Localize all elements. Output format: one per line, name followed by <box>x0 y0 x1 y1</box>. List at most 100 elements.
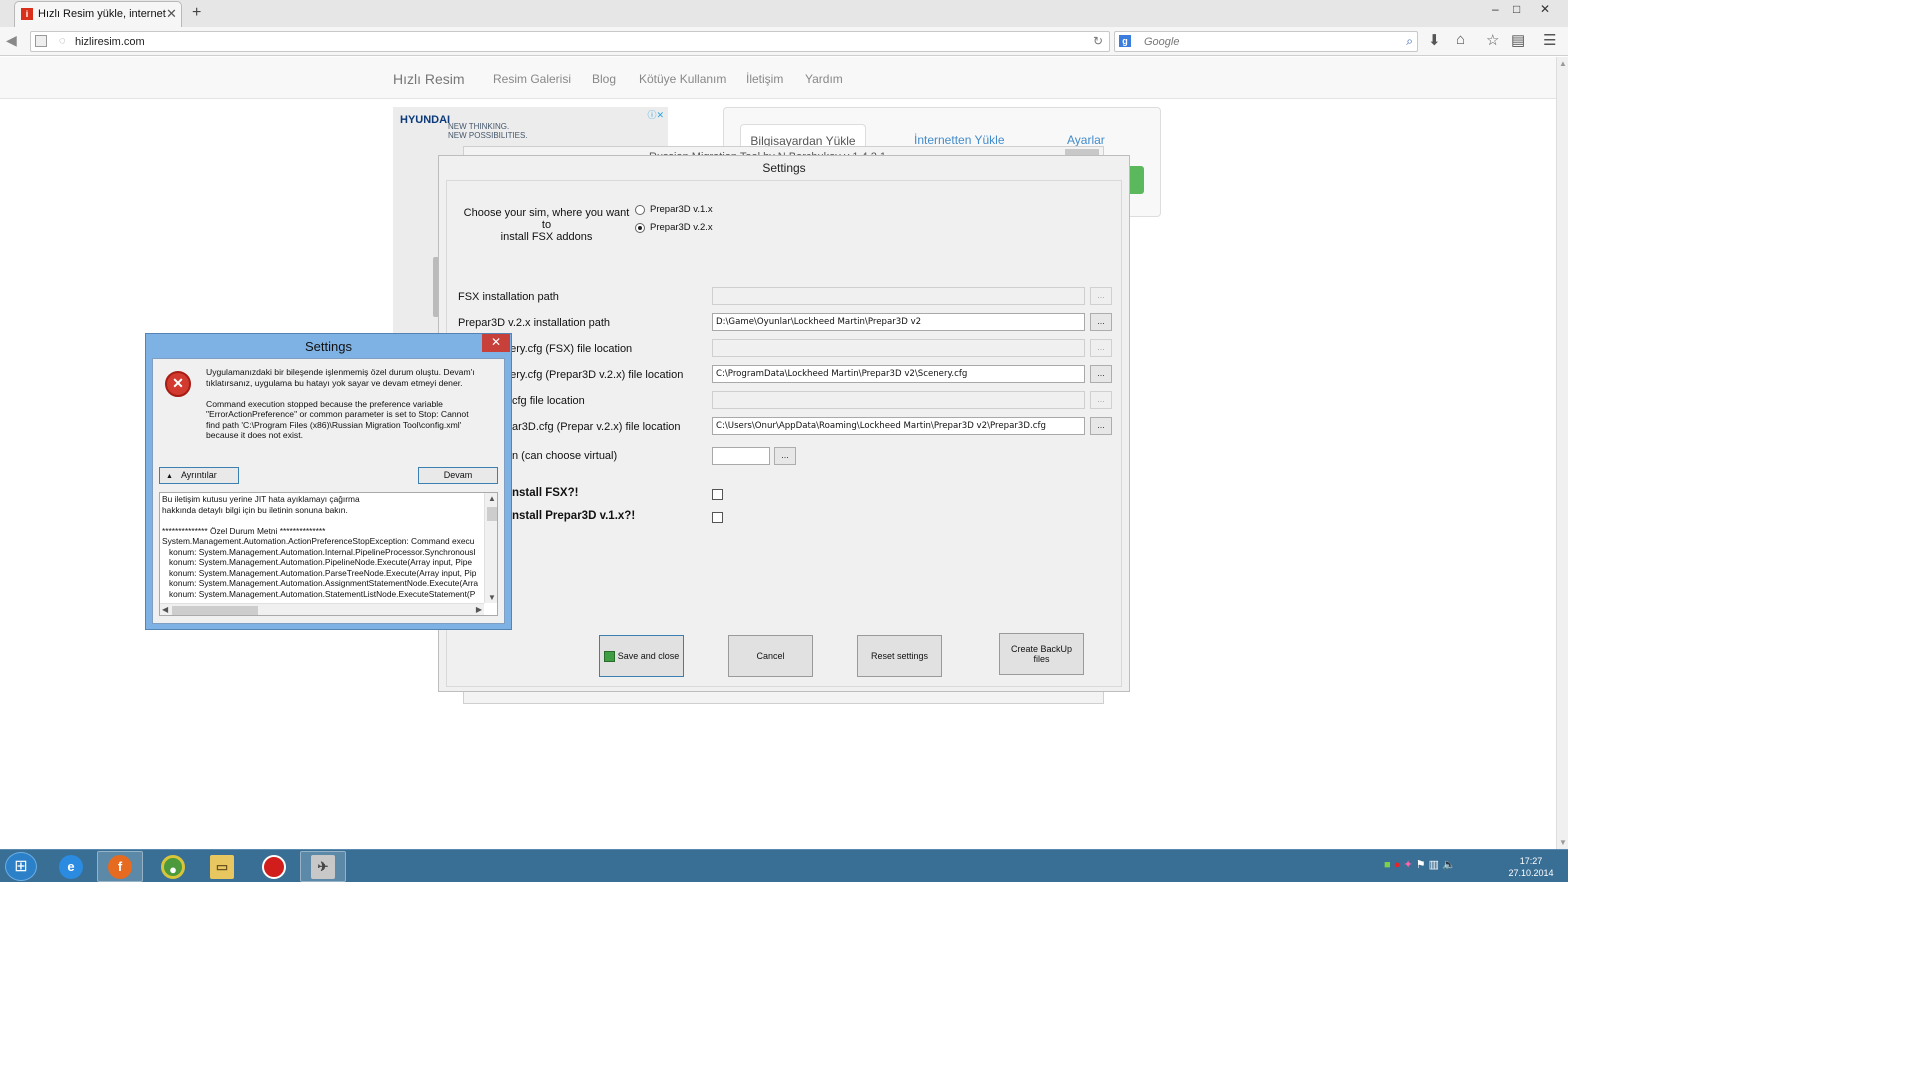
scroll-up-icon[interactable]: ▲ <box>1559 59 1567 68</box>
details-text[interactable]: Bu iletişim kutusu yerine JIT hata ayıkl… <box>162 494 484 604</box>
home-icon[interactable]: ⌂ <box>1456 31 1465 48</box>
details-vertical-scrollbar[interactable]: ▲ ▼ <box>484 493 497 603</box>
p3d-scenery-input[interactable]: C:\ProgramData\Lockheed Martin\Prepar3D … <box>712 365 1085 383</box>
taskbar-firefox[interactable]: f <box>97 851 143 882</box>
install-p3d1-checkbox[interactable] <box>712 512 723 523</box>
settings-title: Settings <box>762 161 806 175</box>
fsx-scenery-browse-button[interactable]: ... <box>1090 339 1112 357</box>
restore-button[interactable]: □ <box>1513 2 1520 16</box>
menu-icon[interactable]: ☰ <box>1543 31 1556 49</box>
scroll-right-icon[interactable]: ▶ <box>476 605 482 614</box>
fsx-scenery-input[interactable] <box>712 339 1085 357</box>
back-arrow-icon[interactable]: ◀ <box>6 32 26 50</box>
fsx-path-browse-button[interactable]: ... <box>1090 287 1112 305</box>
internet-explorer-icon: e <box>59 854 83 879</box>
p3d-cfg-input[interactable]: C:\Users\Onur\AppData\Roaming\Lockheed M… <box>712 417 1085 435</box>
install-fsx-checkbox[interactable] <box>712 489 723 500</box>
url-text[interactable]: hizliresim.com <box>75 36 145 48</box>
search-bar[interactable]: g Google ⌕ <box>1114 31 1418 52</box>
minimize-button[interactable]: – <box>1492 2 1499 16</box>
site-brand[interactable]: Hızlı Resim <box>393 71 465 87</box>
taskbar-chrome[interactable]: ● <box>150 851 196 882</box>
nav-link-blog[interactable]: Blog <box>592 72 616 86</box>
details-textbox[interactable]: Bu iletişim kutusu yerine JIT hata ayıkl… <box>159 492 498 616</box>
close-window-button[interactable]: ✕ <box>1540 2 1550 16</box>
system-tray[interactable]: ■ ● ✦ ⚑ ▥ 🔈 <box>1384 858 1456 871</box>
sim-prompt-line2: install FSX addons <box>500 231 593 243</box>
nav-link-gallery[interactable]: Resim Galerisi <box>493 72 571 86</box>
taskbar: ⊞ e f ● ▭ ✈ ■ ● ✦ ⚑ ▥ 🔈 17:27 27.10.2014 <box>0 849 1568 882</box>
start-button-icon[interactable]: ⊞ <box>5 852 37 881</box>
nav-link-help[interactable]: Yardım <box>805 72 843 86</box>
p3d-cfg-browse-button[interactable]: ... <box>1090 417 1112 435</box>
url-bar[interactable]: ◌ hizliresim.com ↻ <box>30 31 1110 52</box>
new-tab-button[interactable]: + <box>192 4 201 22</box>
reload-icon[interactable]: ↻ <box>1093 34 1103 48</box>
bookmark-star-icon[interactable]: ☆ <box>1486 31 1499 49</box>
flag-icon[interactable]: ⚑ <box>1416 859 1426 871</box>
nav-link-contact[interactable]: İletişim <box>746 72 783 86</box>
scroll-down-icon[interactable]: ▼ <box>488 593 496 602</box>
volume-icon[interactable]: 🔈 <box>1442 859 1456 871</box>
fsx-path-label: FSX installation path <box>458 291 559 303</box>
details-horizontal-scrollbar[interactable]: ◀ ▶ <box>160 603 484 615</box>
clock[interactable]: 17:27 27.10.2014 <box>1506 855 1556 879</box>
app-tray-icon[interactable]: ✦ <box>1403 859 1412 871</box>
virtual-drive-browse-button[interactable]: ... <box>774 447 796 465</box>
continue-button[interactable]: Devam <box>418 467 498 484</box>
tab-upload-internet[interactable]: İnternetten Yükle <box>914 133 1005 147</box>
error-dialog-body: ✕ Uygulamanızdaki bir bileşende işlenmem… <box>152 358 505 624</box>
error-dialog: Settings ✕ ✕ Uygulamanızdaki bir bileşen… <box>145 333 512 630</box>
radio-label-v1[interactable]: Prepar3D v.1.x <box>650 204 713 215</box>
clock-date: 27.10.2014 <box>1508 868 1554 878</box>
tab-settings[interactable]: Ayarlar <box>1067 133 1105 147</box>
close-tab-icon[interactable]: ✕ <box>166 6 177 22</box>
save-button-label: Save and close <box>617 651 680 661</box>
taskbar-ie[interactable]: e <box>48 851 94 882</box>
ad-tagline-line1: NEW THINKING. <box>448 122 510 131</box>
p3d-path-input[interactable]: D:\Game\Oyunlar\Lockheed Martin\Prepar3D… <box>712 313 1085 331</box>
nav-link-abuse[interactable]: Kötüye Kullanım <box>639 72 726 86</box>
details-button[interactable]: ▲ Ayrıntılar <box>159 467 239 484</box>
cancel-button[interactable]: Cancel <box>728 635 813 677</box>
browser-tab[interactable]: i Hızlı Resim yükle, internett... ✕ <box>14 1 182 27</box>
page-info-icon[interactable] <box>35 35 47 47</box>
p3d-path-label: Prepar3D v.2.x installation path <box>458 317 611 329</box>
fsx-path-input[interactable] <box>712 287 1085 305</box>
ad-info-icon[interactable]: ⓘ✕ <box>647 108 664 121</box>
tab-strip: i Hızlı Resim yükle, internett... ✕ + – … <box>0 0 1568 27</box>
fsx-cfg-input[interactable] <box>712 391 1085 409</box>
radio-prepar3d-v2[interactable] <box>635 223 645 233</box>
google-engine-icon[interactable]: g <box>1119 35 1131 47</box>
page-scrollbar[interactable]: ▲ ▼ <box>1556 57 1568 849</box>
search-icon[interactable]: ⌕ <box>1406 34 1413 49</box>
p3d-scenery-browse-button[interactable]: ... <box>1090 365 1112 383</box>
search-placeholder[interactable]: Google <box>1144 36 1179 48</box>
radio-label-v2[interactable]: Prepar3D v.2.x <box>650 222 713 233</box>
install-p3d1-label: nstall Prepar3D v.1.x?! <box>512 510 636 522</box>
details-vscroll-thumb[interactable] <box>487 507 497 521</box>
virtual-drive-label: n (can choose virtual) <box>512 450 618 462</box>
bookmarks-list-icon[interactable]: ▤ <box>1511 31 1525 49</box>
scroll-down-icon[interactable]: ▼ <box>1559 838 1567 847</box>
site-favicon-icon: i <box>21 8 33 20</box>
tab-title: Hızlı Resim yükle, internett... <box>38 8 166 20</box>
download-icon[interactable]: ⬇ <box>1428 31 1441 49</box>
record-tray-icon[interactable]: ● <box>1394 859 1401 871</box>
radio-prepar3d-v1[interactable] <box>635 205 645 215</box>
details-hscroll-thumb[interactable] <box>172 606 258 615</box>
save-and-close-button[interactable]: Save and close <box>599 635 684 677</box>
nvidia-icon[interactable]: ■ <box>1384 859 1391 871</box>
virtual-drive-input[interactable] <box>712 447 770 465</box>
error-close-button[interactable]: ✕ <box>482 334 510 352</box>
reset-settings-button[interactable]: Reset settings <box>857 635 942 677</box>
taskbar-migration-tool[interactable]: ✈ <box>300 851 346 882</box>
fsx-cfg-browse-button[interactable]: ... <box>1090 391 1112 409</box>
taskbar-explorer[interactable]: ▭ <box>199 851 245 882</box>
taskbar-recorder[interactable] <box>251 851 297 882</box>
scroll-left-icon[interactable]: ◀ <box>162 605 168 614</box>
create-backup-button[interactable]: Create BackUp files <box>999 633 1084 675</box>
scroll-up-icon[interactable]: ▲ <box>488 494 496 503</box>
p3d-path-browse-button[interactable]: ... <box>1090 313 1112 331</box>
network-icon[interactable]: ▥ <box>1429 859 1439 871</box>
